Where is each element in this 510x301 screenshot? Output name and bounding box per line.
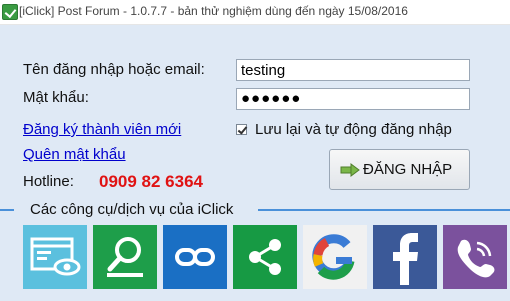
login-window: [iClick] Post Forum - 1.0.7.7 - bản thử …	[0, 0, 510, 301]
hotline-number: 0909 82 6364	[99, 172, 203, 191]
title-bar: [iClick] Post Forum - 1.0.7.7 - bản thử …	[0, 0, 510, 25]
google-icon	[303, 225, 367, 289]
search-magnifier-icon	[107, 237, 143, 277]
facebook-icon	[393, 233, 418, 285]
viber-icon	[457, 239, 495, 278]
arrow-right-icon	[340, 163, 360, 177]
tool-tile-share[interactable]	[233, 225, 297, 289]
login-button[interactable]: ĐĂNG NHẬP	[329, 149, 470, 190]
browser-eye-icon	[30, 237, 81, 276]
tool-tile-search[interactable]	[93, 225, 157, 289]
register-link[interactable]: Đăng ký thành viên mới	[23, 121, 181, 138]
tool-tile-viber[interactable]	[443, 225, 507, 289]
tool-tile-link[interactable]	[163, 225, 227, 289]
forgot-password-link[interactable]: Quên mật khẩu	[23, 146, 126, 163]
username-label: Tên đăng nhập hoặc email:	[23, 61, 205, 78]
app-check-icon	[2, 4, 18, 20]
username-input[interactable]	[236, 59, 470, 81]
password-label: Mật khẩu:	[23, 89, 89, 106]
share-icon	[249, 239, 281, 275]
window-title: [iClick] Post Forum - 1.0.7.7 - bản thử …	[19, 4, 408, 18]
tool-tile-facebook[interactable]	[373, 225, 437, 289]
link-chain-icon	[175, 248, 215, 266]
hotline-label: Hotline:	[23, 173, 74, 190]
tools-section-title: Các công cụ/dịch vụ của iClick	[30, 201, 234, 218]
tool-tile-google[interactable]	[303, 225, 367, 289]
remember-checkbox[interactable]	[236, 124, 247, 135]
section-divider-left	[0, 209, 14, 211]
tool-tile-browser[interactable]	[23, 225, 87, 289]
login-button-label: ĐĂNG NHẬP	[363, 161, 453, 178]
section-divider-right	[258, 209, 510, 211]
remember-label[interactable]: Lưu lại và tự động đăng nhập	[255, 121, 452, 138]
password-input[interactable]: ●●●●●●	[236, 88, 470, 110]
